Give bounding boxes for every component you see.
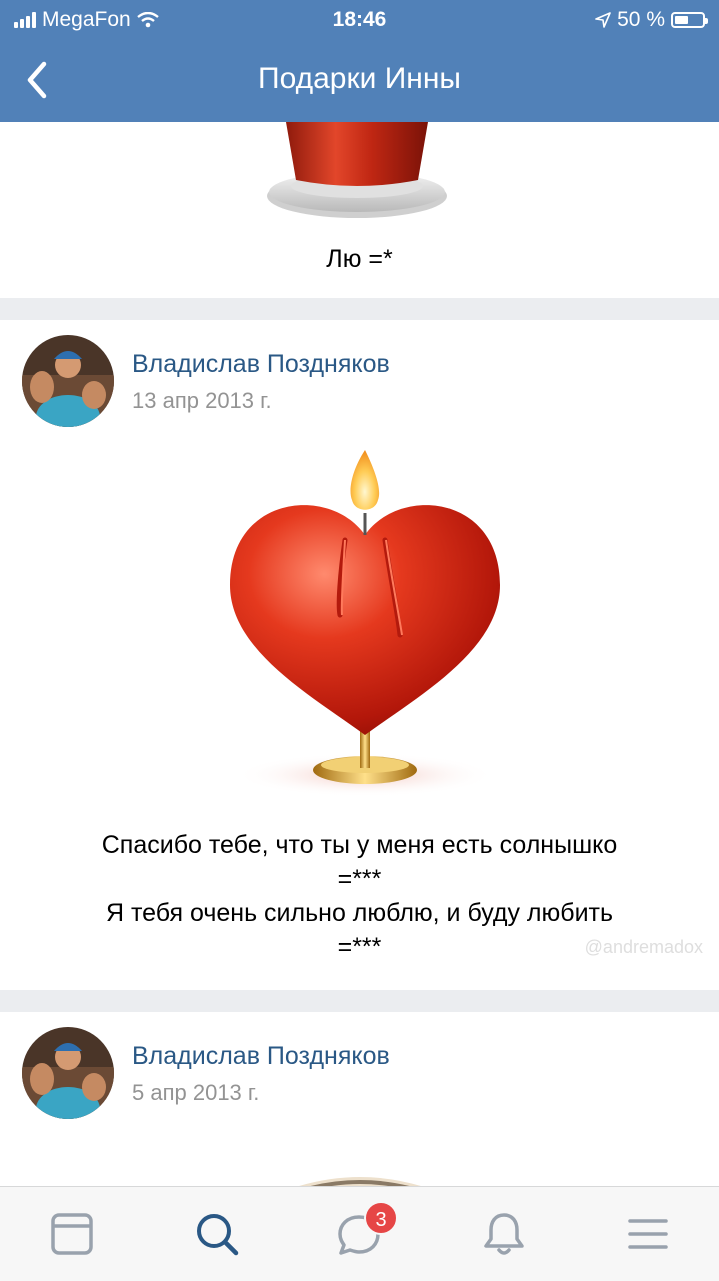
gift-card: Лю =* [0,122,719,298]
bell-icon[interactable] [479,1209,529,1259]
gift-message: Лю =* [326,245,393,273]
search-icon[interactable] [192,1209,242,1259]
author-name[interactable]: Владислав Поздняков [132,1042,390,1071]
battery-icon [671,12,708,28]
news-feed-icon[interactable] [47,1209,97,1259]
gift-card: Владислав Поздняков 5 апр 2013 г. [0,1012,719,1186]
nav-bar: Подарки Инны [0,40,719,122]
watermark: @andremadox [584,937,703,957]
heart-candle-gift-image [230,450,500,797]
menu-icon[interactable] [623,1209,673,1259]
messages-badge: 3 [364,1201,398,1235]
partial-gift-image [299,1177,421,1186]
avatar-image [22,1027,114,1119]
location-icon [595,12,611,28]
gift-date: 13 апр 2013 г. [132,388,272,413]
gift-card: Владислав Поздняков 13 апр 2013 г. Спаси… [0,320,719,990]
red-pot-gift-image [267,122,447,218]
avatar-image [22,335,114,427]
battery-percent: 50 % [617,8,665,31]
tab-bar [0,1186,719,1281]
gift-date: 5 апр 2013 г. [132,1080,260,1105]
avatar[interactable] [22,335,114,427]
page-title: Подарки Инны [258,62,461,95]
avatar[interactable] [22,1027,114,1119]
author-name[interactable]: Владислав Поздняков [132,350,390,379]
status-bar: MegaFon 18:46 50 % [0,0,719,40]
gift-list[interactable]: Лю =* Владислав Поздняков 13 апр 2013 г. [0,122,719,1186]
